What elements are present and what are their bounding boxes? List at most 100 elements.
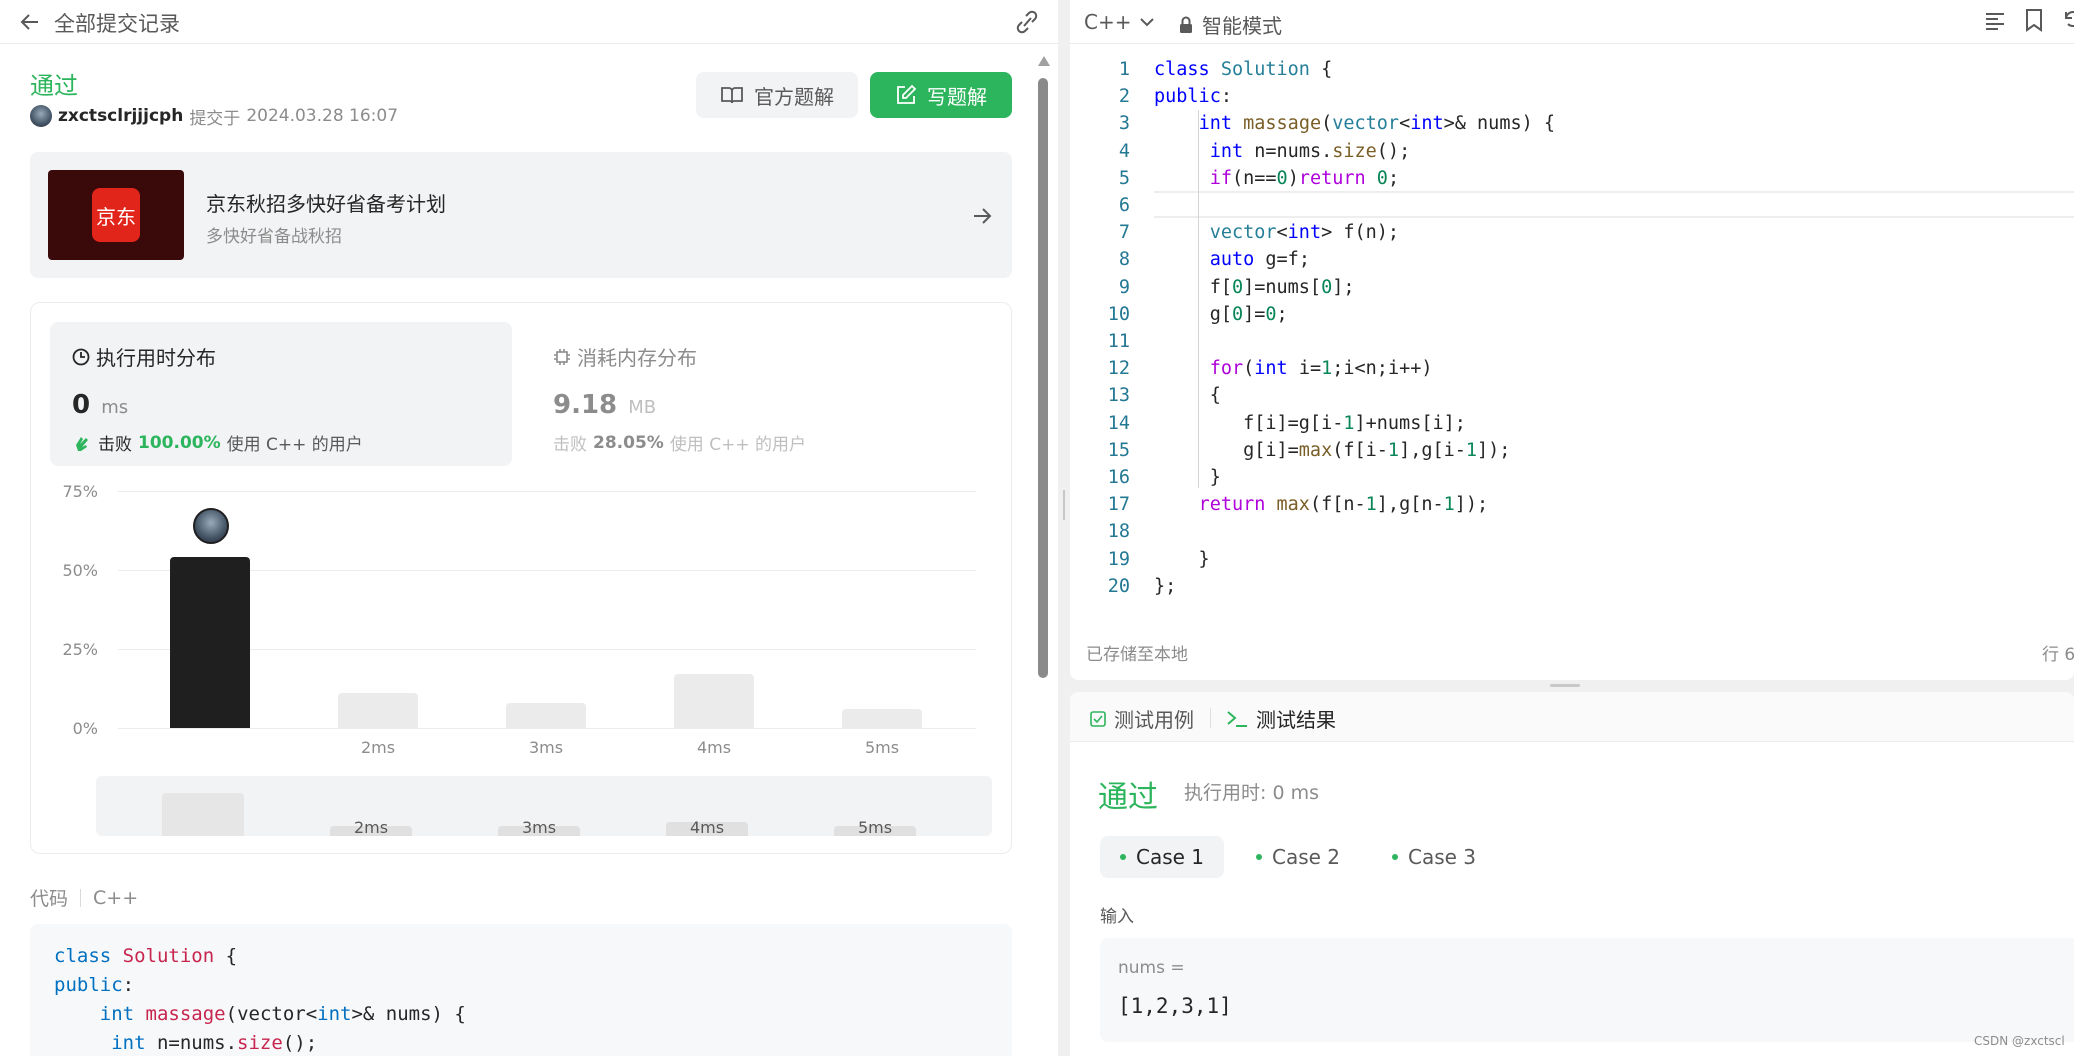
saved-status: 已存储至本地 <box>1086 645 1188 665</box>
language-select[interactable]: C++ <box>1084 10 1155 34</box>
line-number: 9 <box>1118 276 1130 298</box>
minimap-label: 5ms <box>857 818 893 836</box>
code-line[interactable]: 9 f[0]=nums[0]; <box>1070 274 2074 301</box>
copy-link-button[interactable] <box>1012 8 1042 36</box>
editor-footer: 已存储至本地 行 6 <box>1070 634 2074 670</box>
code-preview-line: int massage(vector<int>& nums) { <box>99 1003 466 1025</box>
grip <box>1063 490 1065 520</box>
memory-card[interactable]: 消耗内存分布 9.18 MB 击败 28.05% 使用 C++ 的用户 <box>531 322 993 466</box>
code-preview[interactable]: class Solution { public: int massage(vec… <box>30 924 1012 1056</box>
code-line[interactable]: 4 int n=nums.size(); <box>1070 138 2074 165</box>
submitted-time: 2024.03.28 16:07 <box>246 106 399 126</box>
submission-status: 通过 <box>30 72 78 100</box>
jd-logo: 京东 <box>92 188 140 242</box>
runtime-title: 执行用时分布 <box>96 346 216 370</box>
code-line[interactable]: 18 <box>1070 518 2074 545</box>
line-content: { <box>1154 385 1221 407</box>
pass-dot-icon <box>1119 854 1126 860</box>
case-label: Case 3 <box>1407 845 1477 869</box>
minimap-label: 3ms <box>521 818 557 836</box>
bookmark-icon[interactable] <box>2024 8 2044 32</box>
code-line[interactable]: 20}; <box>1070 573 2074 600</box>
line-number: 14 <box>1107 412 1130 434</box>
chip-icon <box>554 348 570 365</box>
submission-topbar: 全部提交记录 <box>0 0 1058 44</box>
code-line[interactable]: 10 g[0]=0; <box>1070 301 2074 328</box>
memory-beat-prefix: 击败 <box>553 435 587 455</box>
line-content: int n=nums.size(); <box>1209 140 1411 162</box>
case-label: Case 2 <box>1271 845 1341 869</box>
line-number: 10 <box>1107 303 1130 325</box>
chart-user-avatar[interactable] <box>193 508 229 544</box>
runtime-beat-suffix: 使用 C++ 的用户 <box>226 435 363 455</box>
code-preview-line: public: <box>54 974 135 996</box>
code-line[interactable]: 16 } <box>1070 464 2074 491</box>
avatar[interactable] <box>30 105 52 127</box>
submission-meta: zxctsclrjjjcph 提交于 2024.03.28 16:07 <box>30 104 399 129</box>
memory-beat-suffix: 使用 C++ 的用户 <box>669 435 806 455</box>
code-line[interactable]: 17 return max(f[n-1],g[n-1]); <box>1070 491 2074 518</box>
code-line[interactable]: 19 } <box>1070 546 2074 573</box>
ad-banner[interactable]: 京东 京东秋招多快好省备考计划 多快好省备战秋招 <box>30 152 1012 278</box>
runtime-card[interactable]: 执行用时分布 0 ms 击败 100.00% 使用 C++ 的用户 <box>50 322 512 466</box>
line-content: public: <box>1154 86 1232 108</box>
line-content: vector<int> f(n); <box>1209 222 1400 244</box>
book-icon <box>721 87 743 104</box>
split-handle[interactable] <box>1070 680 2074 692</box>
memory-beat-pct: 28.05% <box>593 432 664 453</box>
case-tab-1[interactable]: Case 1 <box>1100 836 1224 878</box>
code-line[interactable]: 14 f[i]=g[i-1]+nums[i]; <box>1070 410 2074 437</box>
scroll-up-arrow[interactable] <box>1038 56 1050 66</box>
tab-testcase-label: 测试用例 <box>1114 708 1194 732</box>
line-number: 5 <box>1118 167 1130 189</box>
reset-icon[interactable] <box>2062 8 2074 32</box>
line-number: 6 <box>1118 195 1130 216</box>
code-editor[interactable]: 1 class Solution {2 public: 3 int massage(v… <box>1070 56 2074 616</box>
code-line[interactable]: 8 auto g=f; <box>1070 246 2074 273</box>
smart-mode-toggle[interactable]: 智能模式 <box>1178 10 1282 39</box>
editor-toolbar: C++ 智能模式 <box>1070 0 2074 44</box>
chevron-down-icon <box>1140 18 1155 27</box>
arrow-left-icon <box>20 14 38 30</box>
line-number: 8 <box>1118 249 1130 271</box>
official-solution-button[interactable]: 官方题解 <box>696 72 858 118</box>
code-line[interactable]: 15 g[i]=max(f[i-1],g[i-1]); <box>1070 437 2074 464</box>
line-number: 7 <box>1118 222 1130 244</box>
line-content: class Solution { <box>1154 59 1333 80</box>
chart-minimap[interactable]: 2ms 3ms 4ms 5ms <box>96 776 992 836</box>
code-line[interactable]: 12 for(int i=1;i<n;i++) <box>1070 355 2074 382</box>
cursor-position: 行 6 <box>2042 645 2074 665</box>
language-label: C++ <box>1084 10 1132 34</box>
left-scrollbar[interactable] <box>1036 56 1050 1056</box>
code-line[interactable]: 1 class Solution { <box>1070 56 2074 83</box>
input-box: nums = [1,2,3,1] <box>1100 938 2074 1042</box>
code-line[interactable]: 13 { <box>1070 382 2074 409</box>
code-line[interactable]: 5 if(n==0)return 0; <box>1070 165 2074 192</box>
username[interactable]: zxctsclrjjjcph <box>58 106 183 126</box>
runtime-value-row: 0 ms <box>72 390 128 420</box>
official-solution-label: 官方题解 <box>754 84 834 109</box>
case-tab-2[interactable]: Case 2 <box>1236 836 1360 878</box>
write-solution-button[interactable]: 写题解 <box>870 72 1012 118</box>
tab-result[interactable]: 测试结果 <box>1226 704 1336 733</box>
watermark: CSDN @zxctscl <box>1974 1034 2065 1048</box>
line-number: 15 <box>1107 439 1130 461</box>
back-button[interactable] <box>18 10 42 34</box>
memory-value: 9.18 <box>553 390 618 420</box>
code-line[interactable]: 3 int massage(vector<int>& nums) { <box>1070 110 2074 137</box>
line-number: 16 <box>1107 467 1130 488</box>
scroll-thumb[interactable] <box>1038 78 1048 678</box>
code-line[interactable]: 11 <box>1070 328 2074 355</box>
code-line[interactable]: 6 <box>1070 192 2074 219</box>
arrow-right-icon <box>974 208 992 224</box>
code-header: 代码 C++ <box>30 884 138 911</box>
case-tab-3[interactable]: Case 3 <box>1372 836 1496 878</box>
format-icon[interactable] <box>1984 10 2006 32</box>
code-preview-line: int n=nums.size(); <box>111 1032 318 1054</box>
code-lang: C++ <box>93 886 139 909</box>
line-number: 3 <box>1118 113 1130 135</box>
code-line[interactable]: 7 vector<int> f(n); <box>1070 219 2074 246</box>
code-line[interactable]: 2 public: <box>1070 83 2074 110</box>
panel-resize-handle[interactable] <box>1058 0 1070 1056</box>
tab-testcase[interactable]: 测试用例 <box>1090 704 1194 733</box>
